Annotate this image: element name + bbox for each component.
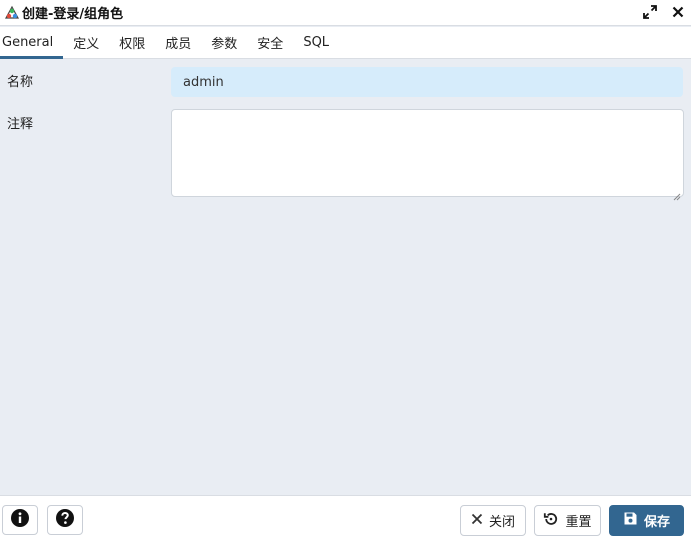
reset-icon bbox=[543, 511, 559, 531]
tab-membership[interactable]: 成员 bbox=[155, 27, 201, 58]
tab-definition[interactable]: 定义 bbox=[63, 27, 109, 58]
info-icon bbox=[10, 508, 30, 532]
save-icon bbox=[623, 511, 638, 530]
tab-label: 权限 bbox=[119, 37, 146, 52]
tab-label: 定义 bbox=[73, 37, 100, 52]
tab-parameters[interactable]: 参数 bbox=[201, 27, 247, 58]
save-button[interactable]: 保存 bbox=[609, 505, 684, 536]
comment-textarea[interactable] bbox=[171, 109, 684, 201]
tab-label: 成员 bbox=[165, 37, 192, 52]
tab-label: General bbox=[2, 35, 54, 50]
close-button-label: 关闭 bbox=[488, 515, 515, 530]
tab-privileges[interactable]: 权限 bbox=[109, 27, 155, 58]
help-icon bbox=[55, 508, 75, 532]
save-button-label: 保存 bbox=[643, 515, 670, 530]
tab-label: SQL bbox=[303, 35, 330, 50]
tab-label: 安全 bbox=[257, 37, 284, 52]
name-input-value: admin bbox=[183, 74, 224, 90]
dialog-title: 创建-登录/组角色 bbox=[22, 7, 124, 22]
name-input[interactable]: admin bbox=[171, 67, 683, 97]
reset-button-label: 重置 bbox=[565, 515, 592, 530]
tab-security[interactable]: 安全 bbox=[247, 27, 293, 58]
dialog-footer: 关闭 重置 保存 bbox=[0, 495, 691, 542]
close-icon[interactable] bbox=[669, 3, 687, 21]
expand-icon[interactable] bbox=[641, 3, 659, 21]
app-logo-icon bbox=[4, 5, 20, 21]
dialog-titlebar: 创建-登录/组角色 bbox=[0, 0, 691, 26]
tab-sql[interactable]: SQL bbox=[293, 27, 339, 58]
tab-label: 参数 bbox=[211, 37, 238, 52]
close-x-icon bbox=[471, 513, 483, 529]
help-button[interactable] bbox=[47, 505, 83, 535]
name-label: 名称 bbox=[7, 75, 34, 90]
info-button[interactable] bbox=[2, 505, 38, 535]
reset-button[interactable]: 重置 bbox=[534, 505, 601, 536]
tab-bar: General 定义 权限 成员 参数 安全 SQL bbox=[0, 27, 691, 59]
resize-grip-icon[interactable] bbox=[673, 186, 681, 201]
comment-label: 注释 bbox=[7, 117, 34, 132]
close-button[interactable]: 关闭 bbox=[460, 505, 526, 536]
tab-general[interactable]: General bbox=[0, 27, 64, 59]
